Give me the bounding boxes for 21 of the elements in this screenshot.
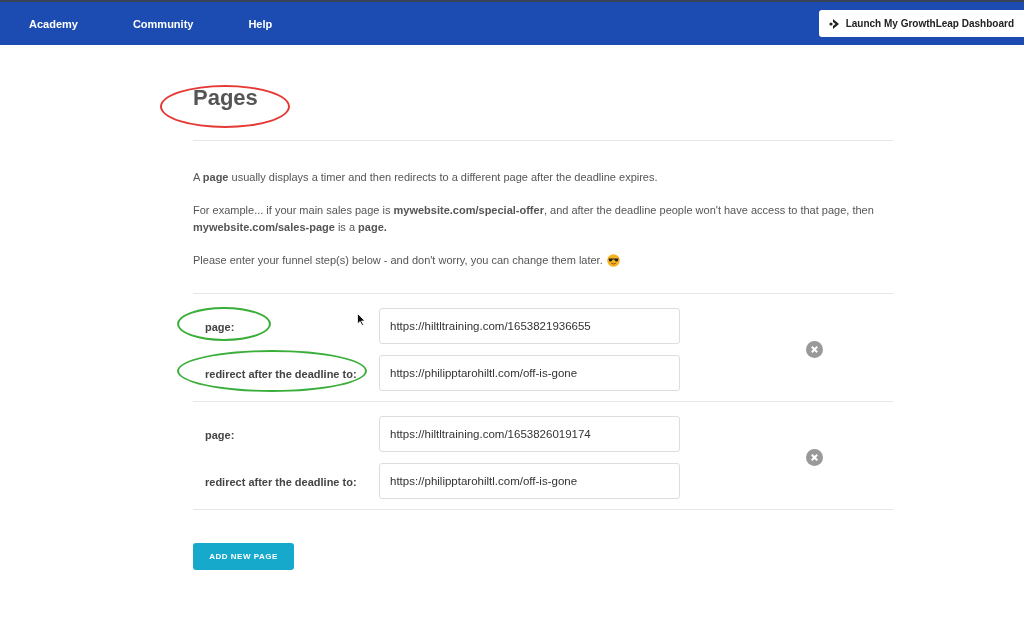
remove-icon[interactable] [806,341,823,358]
cursor-icon [357,313,366,326]
url-input[interactable]: https://hiltltraining.com/1653826019174 [379,416,680,452]
nav-link[interactable]: Academy [29,17,78,30]
field-label: page: [205,321,235,333]
intro-text: Please enter your funnel step(s) below - and don't worry, you can change them later. [193,253,603,268]
field-label: page: [205,429,235,441]
url-input[interactable]: https://philipptarohiltl.com/off-is-gone [379,355,680,391]
nav-link[interactable]: Community [132,17,194,30]
play-icon [828,18,840,29]
intro-text: For example... if your main sales page is mywebsite.com/special-offer, and after the deadline people won't have access to that page, then mywebsite.com/sales-page is a page. [193,203,875,235]
nav-link[interactable]: Help [248,17,273,30]
intro-text: A page usually displays a timer and then redirects to a different page after the deadline expires. [193,170,659,185]
url-input[interactable]: https://hiltltraining.com/1653821936655 [379,308,680,344]
remove-icon[interactable] [806,449,823,466]
url-input[interactable]: https://philipptarohiltl.com/off-is-gone [379,463,680,499]
page-title: Pages [193,84,258,111]
field-label: redirect after the deadline to: [205,476,357,488]
field-label: redirect after the deadline to: [205,368,357,380]
sunglasses-emoji-icon [606,254,620,267]
dashboard-button[interactable]: Launch My GrowthLeap Dashboard [818,10,1024,37]
